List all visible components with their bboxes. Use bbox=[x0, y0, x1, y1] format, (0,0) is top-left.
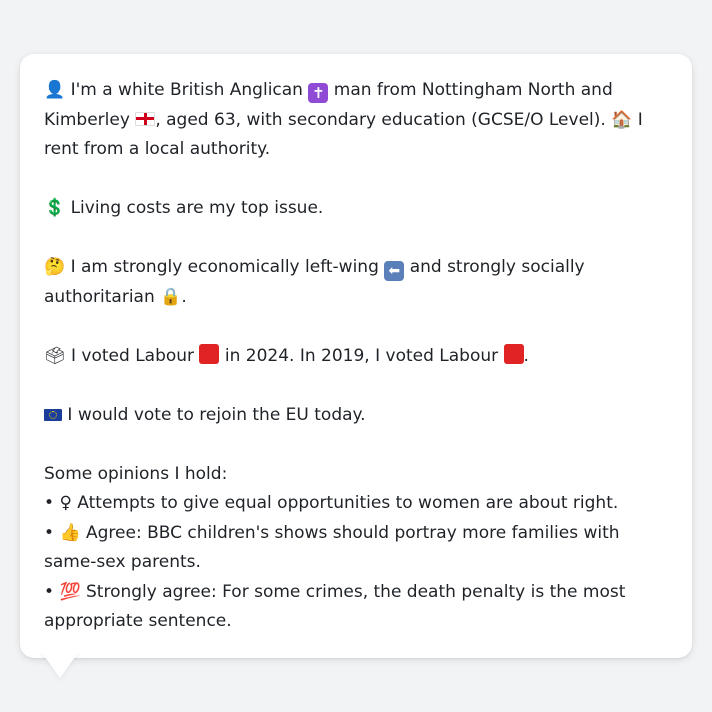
latin-cross-icon: ✝ bbox=[308, 83, 329, 103]
ideology-text-1: I am strongly economically left-wing bbox=[70, 257, 379, 277]
ideology-paragraph: 🤔 I am strongly economically left-wing ⬅… bbox=[44, 253, 670, 312]
ballot-box-icon: 🗳 bbox=[44, 345, 66, 366]
vote-text-2: in 2024. In 2019, I voted Labour bbox=[224, 345, 499, 366]
labour-red-square-icon bbox=[199, 343, 220, 364]
eu-flag-icon bbox=[44, 408, 62, 421]
identity-text-1: I'm a white British Anglican bbox=[70, 80, 303, 100]
england-flag-icon bbox=[135, 111, 156, 126]
opinions-heading: Some opinions I hold: bbox=[44, 463, 228, 484]
opinions-list: • ♀ Attempts to give equal opportunities… bbox=[44, 489, 670, 637]
left-arrow-icon: ⬅ bbox=[384, 261, 405, 281]
vote-history-paragraph: 🗳 I voted Labour in 2024. In 2019, I vot… bbox=[44, 342, 670, 372]
ideology-text-3: . bbox=[181, 286, 187, 307]
opinion-text: Agree: BBC children's shows should portr… bbox=[44, 522, 620, 573]
message-card: 👤 I'm a white British Anglican ✝ man fro… bbox=[20, 54, 692, 658]
female-sign-icon: ♀ bbox=[59, 493, 72, 513]
vote-text-3: . bbox=[523, 345, 529, 366]
opinions-section: Some opinions I hold: • ♀ Attempts to gi… bbox=[44, 460, 670, 637]
list-item: • 👍 Agree: BBC children's shows should p… bbox=[44, 519, 670, 578]
top-issue-text: Living costs are my top issue. bbox=[70, 198, 324, 218]
dollar-sign-icon: 💲 bbox=[44, 198, 66, 218]
opinion-text: Attempts to give equal opportunities to … bbox=[77, 493, 619, 513]
speech-bubble-tail bbox=[40, 650, 80, 678]
list-item: • ♀ Attempts to give equal opportunities… bbox=[44, 489, 670, 519]
eu-text: I would vote to rejoin the EU today. bbox=[67, 404, 366, 425]
identity-text-3: , aged 63, with secondary education (GCS… bbox=[155, 109, 606, 130]
vote-text-1: I voted Labour bbox=[71, 345, 195, 366]
list-item: • 💯 Strongly agree: For some crimes, the… bbox=[44, 578, 670, 637]
opinion-text: Strongly agree: For some crimes, the dea… bbox=[44, 581, 626, 632]
thumbs-up-icon: 👍 bbox=[59, 522, 81, 543]
hundred-points-icon: 💯 bbox=[59, 581, 81, 602]
identity-paragraph: 👤 I'm a white British Anglican ✝ man fro… bbox=[44, 76, 670, 165]
eu-paragraph: I would vote to rejoin the EU today. bbox=[44, 401, 670, 431]
top-issue-paragraph: 💲 Living costs are my top issue. bbox=[44, 194, 670, 224]
thinking-face-icon: 🤔 bbox=[44, 257, 66, 277]
labour-red-square-icon bbox=[503, 343, 524, 364]
person-silhouette-icon: 👤 bbox=[44, 80, 66, 100]
house-icon: 🏠 bbox=[611, 109, 633, 130]
lock-icon: 🔒 bbox=[160, 286, 182, 307]
